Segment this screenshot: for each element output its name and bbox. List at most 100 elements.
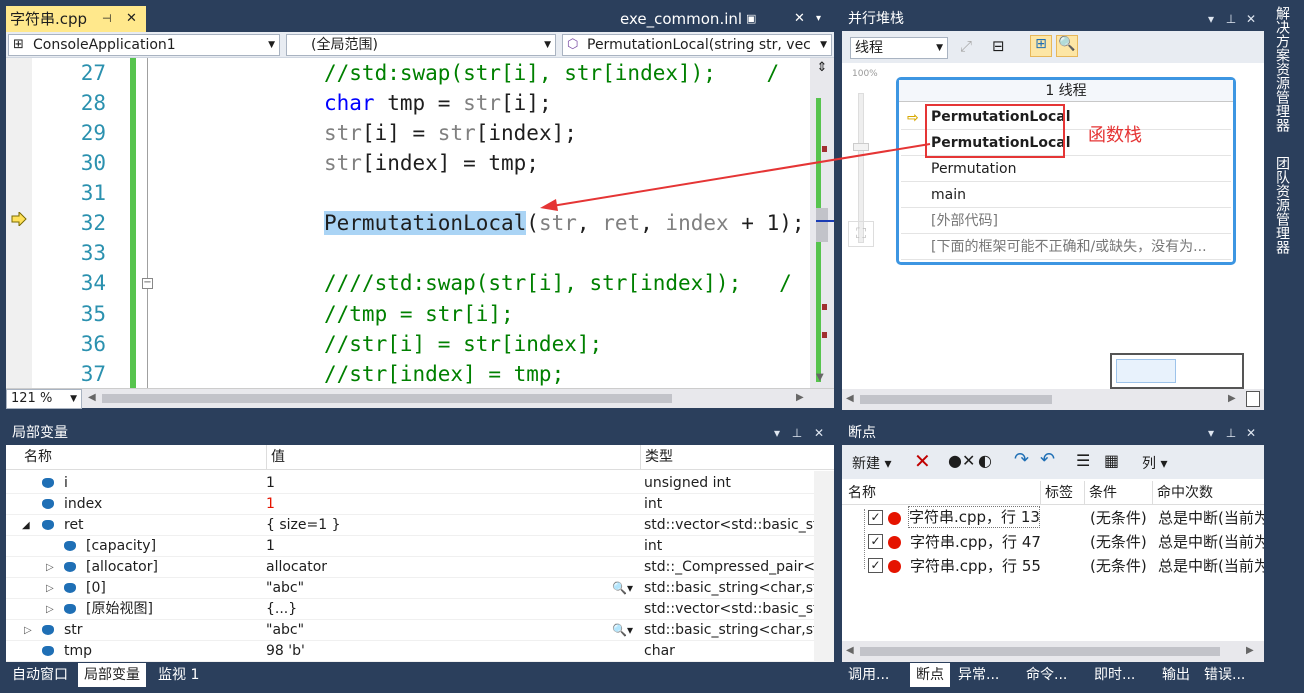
breakpoint-hits: 总是中断(当前为 (1158, 557, 1264, 575)
field-icon (64, 583, 76, 593)
column-header[interactable]: 值 (266, 445, 285, 470)
column-header[interactable]: 名称 (24, 445, 52, 470)
close-icon[interactable]: ✕ (1242, 421, 1260, 445)
column-header[interactable]: 标签 (1040, 481, 1073, 505)
breakpoints-hscroll[interactable]: ◀ ▶ (842, 641, 1264, 662)
var-value: 1 (266, 538, 275, 554)
tab-breakpoints[interactable]: 断点 (910, 663, 950, 687)
table-row[interactable]: ▷ [allocator] allocator std::_Compressed… (6, 557, 834, 578)
table-row[interactable]: ▷ [0] "abc" 🔍▾ std::basic_string<char,st… (6, 578, 834, 599)
tab-output[interactable]: 输出 (1156, 663, 1196, 687)
breakpoint-row[interactable]: ✓ 字符串.cpp，行 13 (无条件) 总是中断(当前为 (842, 506, 1264, 530)
dropdown-icon[interactable]: ▾ (768, 421, 786, 445)
var-name: [0] (86, 580, 106, 596)
var-name: [allocator] (86, 559, 158, 575)
tab-autos[interactable]: 自动窗口 (6, 663, 74, 687)
new-breakpoint-button[interactable]: 新建 ▾ (852, 453, 891, 473)
expand-arrow-icon[interactable]: ▷ (46, 578, 54, 599)
collapse-arrow-icon[interactable]: ◢ (22, 515, 30, 536)
var-value: 1 (266, 496, 275, 512)
tab-immediate[interactable]: 即时... (1088, 663, 1141, 687)
var-type: unsigned int (644, 475, 731, 491)
field-icon (64, 604, 76, 614)
breakpoint-checkbox[interactable]: ✓ (868, 510, 883, 525)
column-header[interactable]: 命中次数 (1152, 481, 1213, 505)
side-tab-solution-explorer[interactable]: 解决方案资源管理器 (1272, 6, 1292, 132)
tab-command[interactable]: 命令... (1020, 663, 1073, 687)
tab-locals[interactable]: 局部变量 (78, 663, 146, 687)
var-type: std::basic_string<char,std (644, 580, 814, 596)
bottom-right-tab-bar: 调用... 断点 异常... 命令... 即时... 输出 错误... (842, 663, 1264, 687)
table-row[interactable]: ◢ ret { size=1 } std::vector<std::basic_… (6, 515, 834, 536)
table-row[interactable]: index 1 int (6, 494, 834, 515)
horizontal-scroll-thumb[interactable] (860, 647, 1220, 656)
locals-tab-bar: 自动窗口 局部变量 监视 1 (6, 663, 834, 687)
column-header[interactable]: 类型 (640, 445, 814, 470)
var-name: ret (64, 517, 84, 533)
tab-watch1[interactable]: 监视 1 (152, 663, 205, 687)
pin-icon[interactable]: ⊥ (788, 421, 806, 445)
var-type: char (644, 643, 675, 659)
var-value: allocator (266, 559, 328, 575)
panel-title: 局部变量 (12, 425, 68, 441)
delete-all-icon[interactable]: ●✕ (948, 451, 975, 470)
panel-title: 断点 (848, 425, 876, 441)
breakpoint-row[interactable]: ✓ 字符串.cpp，行 55 (无条件) 总是中断(当前为 (842, 554, 1264, 578)
var-value: {...} (266, 601, 298, 617)
expand-arrow-icon[interactable]: ▷ (46, 557, 54, 578)
magnifier-icon[interactable]: 🔍▾ (612, 620, 633, 641)
breakpoint-name: 字符串.cpp，行 13 (908, 506, 1040, 528)
side-tab-team-explorer[interactable]: 团队资源管理器 (1272, 156, 1292, 254)
breakpoint-condition: (无条件) (1090, 533, 1147, 551)
breakpoints-titlebar: 断点 ▾ ⊥ ✕ (842, 421, 1264, 445)
tab-exceptions[interactable]: 异常... (952, 663, 1005, 687)
table-row[interactable]: ▷ [原始视图] {...} std::vector<std::basic_st… (6, 599, 834, 620)
field-icon (42, 646, 54, 656)
magnifier-icon[interactable]: 🔍▾ (612, 578, 633, 599)
columns-label: 列 (1142, 456, 1156, 472)
table-row[interactable]: tmp 98 'b' char (6, 641, 834, 662)
breakpoint-checkbox[interactable]: ✓ (868, 534, 883, 549)
breakpoints-pane: 新建 ▾ ✕ ●✕ ◐ ↷ ↶ ☰ ▦ 列 ▾ 名称 标签 条件 命中次数 ✓ … (842, 445, 1264, 662)
breakpoint-name: 字符串.cpp，行 47 (910, 533, 1041, 551)
breakpoint-condition: (无条件) (1090, 557, 1147, 575)
pin-icon[interactable]: ⊥ (1222, 421, 1240, 445)
column-header[interactable]: 条件 (1084, 481, 1117, 505)
expand-arrow-icon[interactable]: ▷ (24, 620, 32, 641)
table-row[interactable]: ▷ str "abc" 🔍▾ std::basic_string<char,st… (6, 620, 834, 641)
breakpoint-icon (888, 536, 901, 549)
delete-icon[interactable]: ✕ (914, 449, 931, 473)
var-type: std::vector<std::basic_strin (644, 517, 814, 533)
breakpoints-toolbar: 新建 ▾ ✕ ●✕ ◐ ↷ ↶ ☰ ▦ 列 ▾ (842, 445, 1264, 479)
export-icon[interactable]: ↷ (1014, 449, 1029, 470)
var-name: str (64, 622, 83, 638)
expand-arrow-icon[interactable]: ▷ (46, 599, 54, 620)
goto-source-icon[interactable]: ☰ (1076, 451, 1090, 470)
var-name: tmp (64, 643, 93, 659)
locals-titlebar: 局部变量 ▾ ⊥ ✕ (6, 421, 834, 445)
breakpoint-row[interactable]: ✓ 字符串.cpp，行 47 (无条件) 总是中断(当前为 (842, 530, 1264, 554)
table-row[interactable]: [capacity] 1 int (6, 536, 834, 557)
scroll-right-icon[interactable]: ▶ (1246, 645, 1254, 656)
tab-call-stack[interactable]: 调用... (842, 663, 895, 687)
columns-button[interactable]: 列 ▾ (1142, 453, 1167, 473)
var-type: int (644, 496, 663, 512)
toggle-all-icon[interactable]: ◐ (978, 451, 992, 470)
tab-errors[interactable]: 错误... (1198, 663, 1251, 687)
var-type: std::_Compressed_pair<st (644, 559, 814, 575)
goto-disassembly-icon[interactable]: ▦ (1104, 451, 1119, 470)
close-icon[interactable]: ✕ (810, 421, 828, 445)
breakpoint-checkbox[interactable]: ✓ (868, 558, 883, 573)
breakpoint-condition: (无条件) (1090, 509, 1147, 527)
breakpoint-icon (888, 560, 901, 573)
table-row[interactable]: i 1 unsigned int (6, 473, 834, 494)
locals-vscrollbar[interactable] (814, 471, 834, 662)
dropdown-icon[interactable]: ▾ (1202, 421, 1220, 445)
field-icon (42, 625, 54, 635)
import-icon[interactable]: ↶ (1040, 449, 1055, 470)
column-header[interactable]: 名称 (848, 481, 876, 505)
var-name: i (64, 475, 68, 491)
var-value: { size=1 } (266, 517, 341, 533)
field-icon (64, 562, 76, 572)
scroll-left-icon[interactable]: ◀ (846, 645, 854, 656)
